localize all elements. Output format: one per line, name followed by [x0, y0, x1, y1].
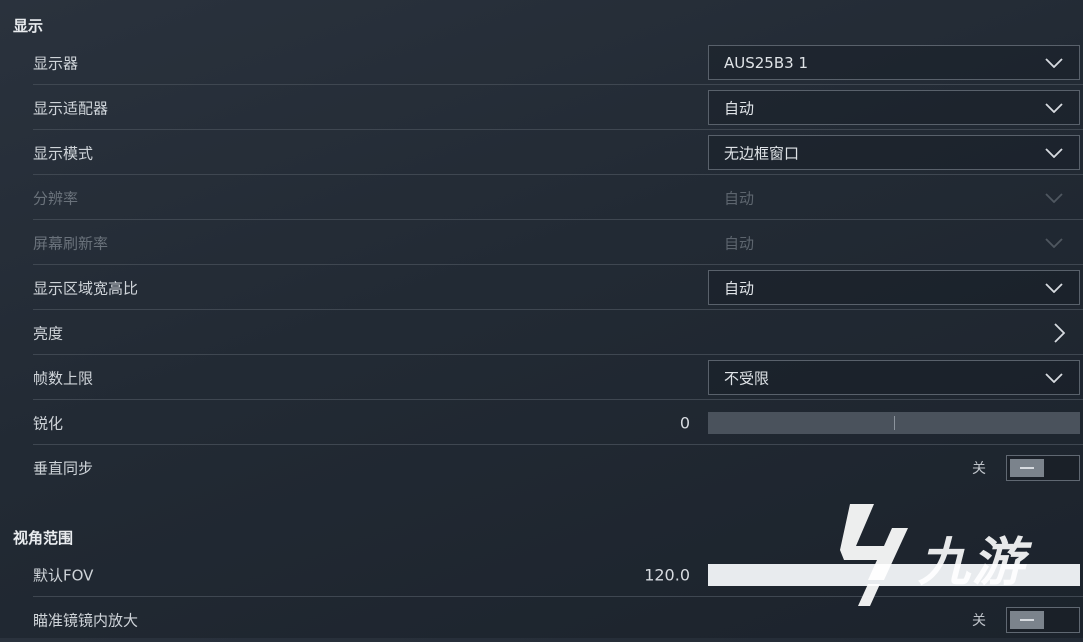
row-vsync: 垂直同步 关: [33, 445, 1083, 490]
dropdown-adapter-value: 自动: [724, 99, 755, 117]
sharpen-slider[interactable]: [708, 411, 1080, 434]
scope-zoom-toggle-knob: [1010, 610, 1044, 629]
dropdown-refresh-rate: 自动: [708, 225, 1080, 260]
sharpen-slider-center-mark: [894, 415, 895, 430]
label-refresh-rate: 屏幕刷新率: [33, 234, 109, 252]
watermark: 九游: [822, 502, 1052, 612]
chevron-down-icon: [1045, 57, 1063, 68]
default-fov-value: 120.0: [644, 565, 690, 584]
dropdown-fps-limit[interactable]: 不受限: [708, 360, 1080, 395]
chevron-down-icon: [1045, 192, 1063, 203]
chevron-down-icon: [1045, 102, 1063, 113]
dropdown-aspect-ratio-value: 自动: [724, 279, 755, 297]
row-display-mode: 显示模式 无边框窗口: [33, 130, 1083, 175]
vsync-state: 关: [972, 460, 986, 477]
label-fps-limit: 帧数上限: [33, 369, 94, 387]
dropdown-display-mode[interactable]: 无边框窗口: [708, 135, 1080, 170]
section-title-fov: 视角范围: [13, 529, 74, 547]
watermark-text: 九游: [918, 533, 1027, 593]
dropdown-resolution: 自动: [708, 180, 1080, 215]
label-aspect-ratio: 显示区域宽高比: [33, 279, 139, 297]
chevron-down-icon: [1045, 147, 1063, 158]
row-aspect-ratio: 显示区域宽高比 自动: [33, 265, 1083, 310]
label-sharpen: 锐化: [33, 414, 64, 432]
chevron-down-icon: [1045, 372, 1063, 383]
row-fps-limit: 帧数上限 不受限: [33, 355, 1083, 400]
vsync-toggle-knob: [1010, 458, 1044, 477]
dropdown-refresh-rate-value: 自动: [724, 234, 755, 252]
label-default-fov: 默认FOV: [33, 566, 94, 584]
vsync-toggle[interactable]: [1006, 454, 1080, 481]
label-adapter: 显示适配器: [33, 99, 109, 117]
chevron-right-icon[interactable]: [1053, 322, 1065, 343]
row-refresh-rate: 屏幕刷新率 自动: [33, 220, 1083, 265]
section-title-display: 显示: [13, 17, 44, 35]
row-sharpen: 锐化 0: [33, 400, 1083, 445]
label-resolution: 分辨率: [33, 189, 79, 207]
label-vsync: 垂直同步: [33, 459, 94, 477]
dropdown-resolution-value: 自动: [724, 189, 755, 207]
chevron-down-icon: [1045, 237, 1063, 248]
dropdown-adapter[interactable]: 自动: [708, 90, 1080, 125]
row-monitor: 显示器 AUS25B3 1: [33, 40, 1083, 85]
row-adapter: 显示适配器 自动: [33, 85, 1083, 130]
label-display-mode: 显示模式: [33, 144, 94, 162]
row-brightness[interactable]: 亮度: [33, 310, 1083, 355]
sharpen-value: 0: [679, 413, 690, 432]
dropdown-display-mode-value: 无边框窗口: [724, 144, 800, 162]
dropdown-monitor[interactable]: AUS25B3 1: [708, 45, 1080, 80]
dropdown-fps-limit-value: 不受限: [724, 369, 770, 387]
chevron-down-icon: [1045, 282, 1063, 293]
dropdown-monitor-value: AUS25B3 1: [724, 53, 808, 72]
label-brightness: 亮度: [33, 324, 64, 342]
label-monitor: 显示器: [33, 54, 79, 72]
jiuyou-logo-icon: [840, 504, 908, 606]
scope-zoom-state: 关: [972, 612, 986, 629]
label-scope-zoom: 瞄准镜镜内放大: [33, 611, 139, 629]
row-resolution: 分辨率 自动: [33, 175, 1083, 220]
dropdown-aspect-ratio[interactable]: 自动: [708, 270, 1080, 305]
